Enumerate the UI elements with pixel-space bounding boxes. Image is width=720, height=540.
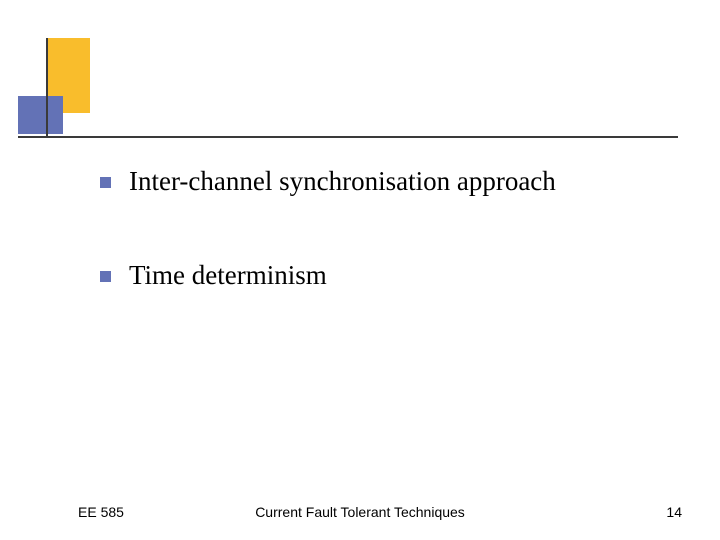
decoration-blue-block [18, 96, 63, 134]
footer-center: Current Fault Tolerant Techniques [255, 504, 465, 520]
decoration-horizontal-line [18, 136, 678, 138]
slide-footer: EE 585 Current Fault Tolerant Techniques… [0, 504, 720, 520]
bullet-square-icon [100, 177, 111, 188]
bullet-text: Time determinism [129, 259, 327, 291]
decoration-vertical-line [46, 38, 48, 138]
slide-content: Inter-channel synchronisation approach T… [100, 165, 660, 354]
bullet-square-icon [100, 271, 111, 282]
bullet-item: Time determinism [100, 259, 660, 291]
slide-decoration [18, 38, 128, 148]
bullet-item: Inter-channel synchronisation approach [100, 165, 660, 197]
footer-page-number: 14 [666, 504, 682, 520]
bullet-text: Inter-channel synchronisation approach [129, 165, 556, 197]
footer-left: EE 585 [78, 504, 124, 520]
